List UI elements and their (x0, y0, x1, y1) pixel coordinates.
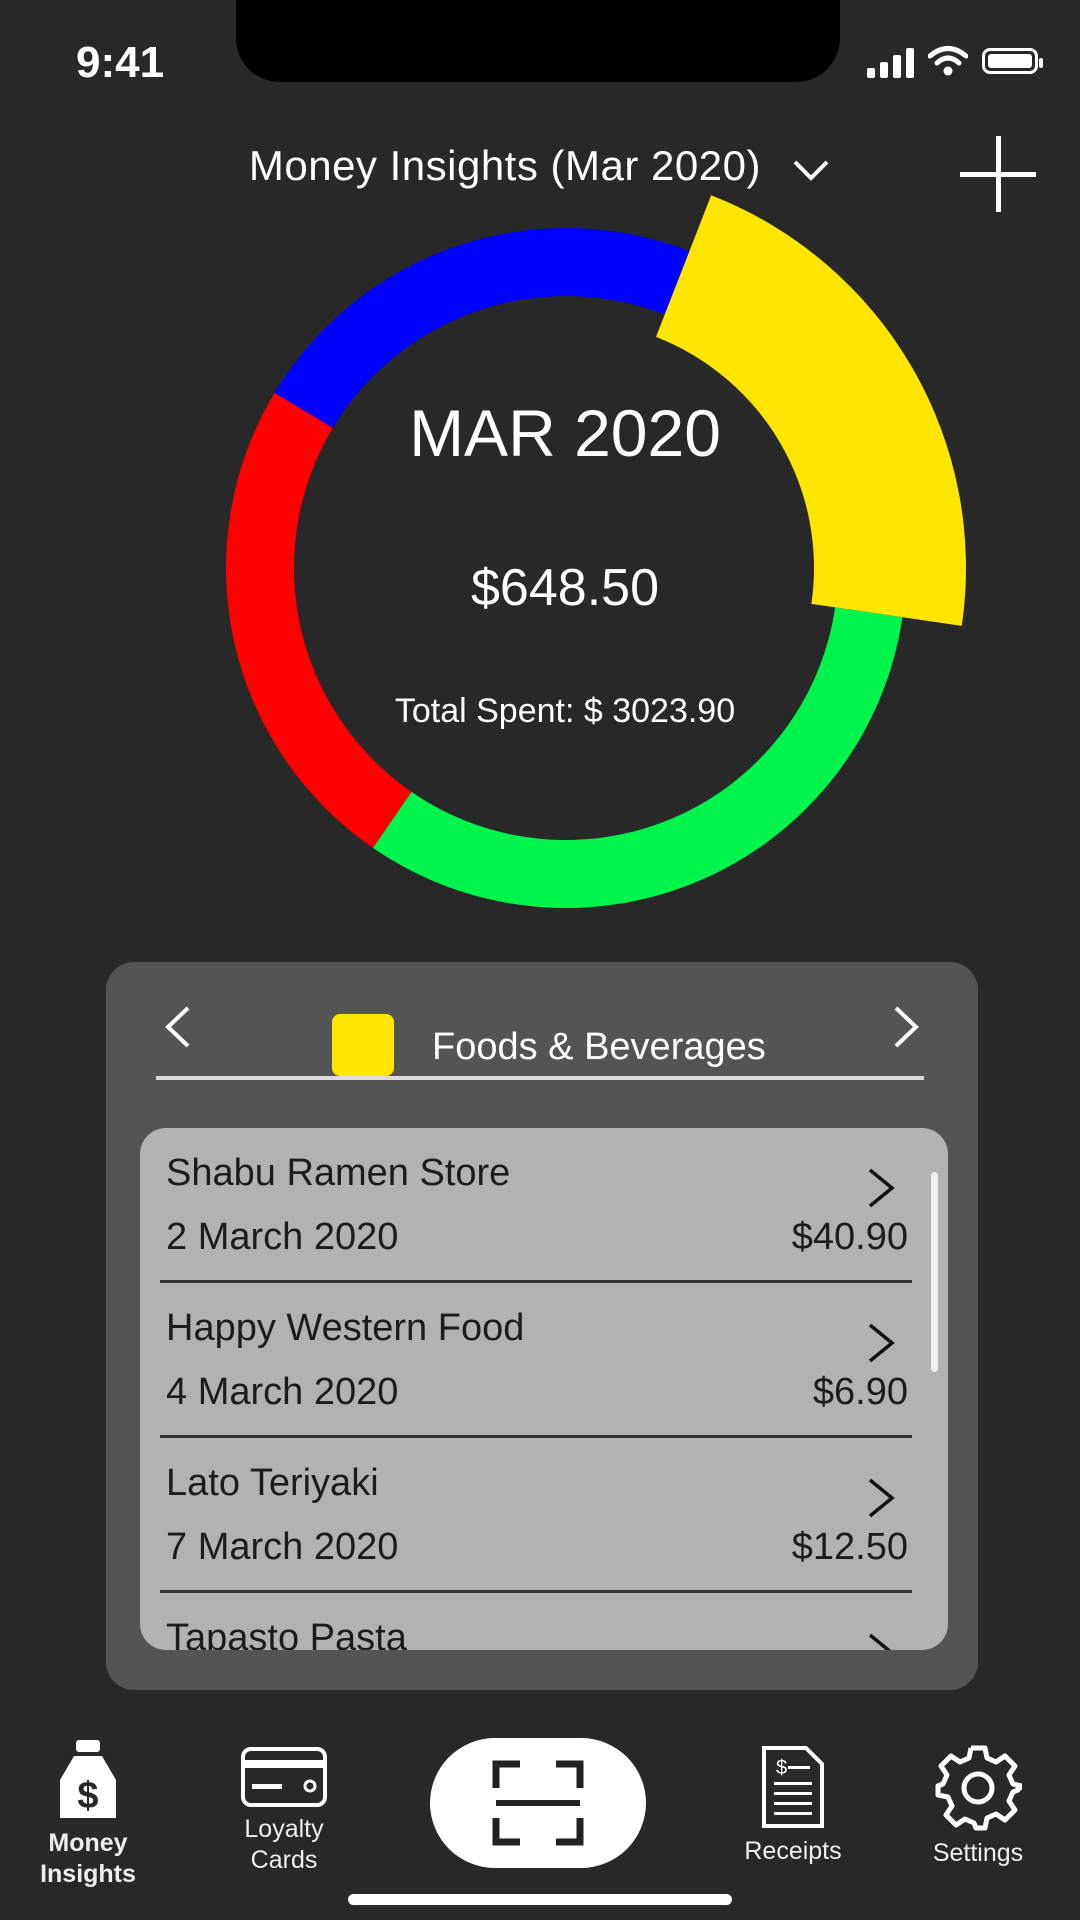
category-nav: Foods & Beverages (106, 992, 978, 1076)
tab-bar: $ Money Insights Loyalty Cards $ Receipt… (0, 1730, 1080, 1920)
transaction-amount: $6.90 (812, 1371, 908, 1413)
scan-button[interactable] (430, 1738, 646, 1868)
chevron-right-icon (868, 1633, 892, 1650)
category-color-swatch (332, 1014, 394, 1076)
home-indicator (348, 1894, 732, 1905)
chevron-right-icon (868, 1168, 895, 1208)
gear-icon (935, 1745, 1022, 1831)
chevron-right-icon (868, 1323, 895, 1363)
list-item[interactable]: Lato Teriyaki 7 March 2020 $12.50 (140, 1438, 948, 1593)
tab-loyalty-label-2: Cards (250, 1846, 318, 1874)
tab-receipts[interactable]: $ Receipts (726, 1744, 860, 1867)
tab-loyalty-label-1: Loyalty (244, 1815, 324, 1843)
donut-slice-2[interactable] (372, 607, 903, 909)
card-icon (241, 1747, 327, 1807)
transaction-name: Lato Teriyaki (166, 1462, 379, 1504)
transaction-amount: $40.90 (791, 1216, 908, 1258)
category-divider (156, 1076, 924, 1080)
transaction-amount: $12.50 (791, 1526, 908, 1568)
tab-settings[interactable]: Settings (912, 1744, 1044, 1869)
tab-loyalty-cards[interactable]: Loyalty Cards (214, 1746, 354, 1876)
tab-money-label-2: Insights (40, 1860, 136, 1888)
receipt-icon: $ (762, 1746, 824, 1828)
transaction-name: Happy Western Food (166, 1307, 525, 1349)
money-bag-icon: $ (60, 1740, 116, 1818)
chart-amount: $648.50 (471, 559, 659, 617)
tab-receipts-label: Receipts (744, 1837, 842, 1865)
list-item[interactable]: Happy Western Food 4 March 2020 $6.90 (140, 1283, 948, 1438)
list-item[interactable]: Tapasto Pasta (140, 1593, 948, 1650)
tab-settings-label: Settings (932, 1839, 1024, 1867)
transaction-date: 4 March 2020 (166, 1371, 399, 1413)
category-label: Foods & Beverages (432, 1026, 766, 1068)
transaction-list[interactable]: Shabu Ramen Store 2 March 2020 $40.90 Ha… (140, 1128, 948, 1650)
chart-month: MAR 2020 (409, 396, 721, 470)
transaction-date: 2 March 2020 (166, 1216, 399, 1258)
chevron-right-icon (868, 1478, 895, 1518)
svg-text:$: $ (776, 1757, 787, 1779)
list-scrollbar[interactable] (931, 1172, 938, 1372)
category-panel: Foods & Beverages Shabu Ramen Store 2 Ma… (106, 962, 978, 1690)
chevron-right-icon[interactable] (880, 1002, 930, 1052)
spending-chart: MAR 2020 $648.50 Total Spent: $ 3023.90 (0, 0, 1080, 940)
transaction-name: Tapasto Pasta (166, 1617, 407, 1650)
transaction-date: 7 March 2020 (166, 1526, 399, 1568)
tab-money-label-1: Money (48, 1829, 128, 1857)
chart-total-spent: Total Spent: $ 3023.90 (394, 692, 736, 730)
chevron-left-icon[interactable] (154, 1002, 204, 1052)
scan-icon (492, 1760, 584, 1846)
tab-money-insights[interactable]: $ Money Insights (20, 1740, 156, 1890)
transaction-name: Shabu Ramen Store (166, 1152, 511, 1194)
list-item[interactable]: Shabu Ramen Store 2 March 2020 $40.90 (140, 1128, 948, 1283)
svg-text:$: $ (77, 1775, 98, 1817)
